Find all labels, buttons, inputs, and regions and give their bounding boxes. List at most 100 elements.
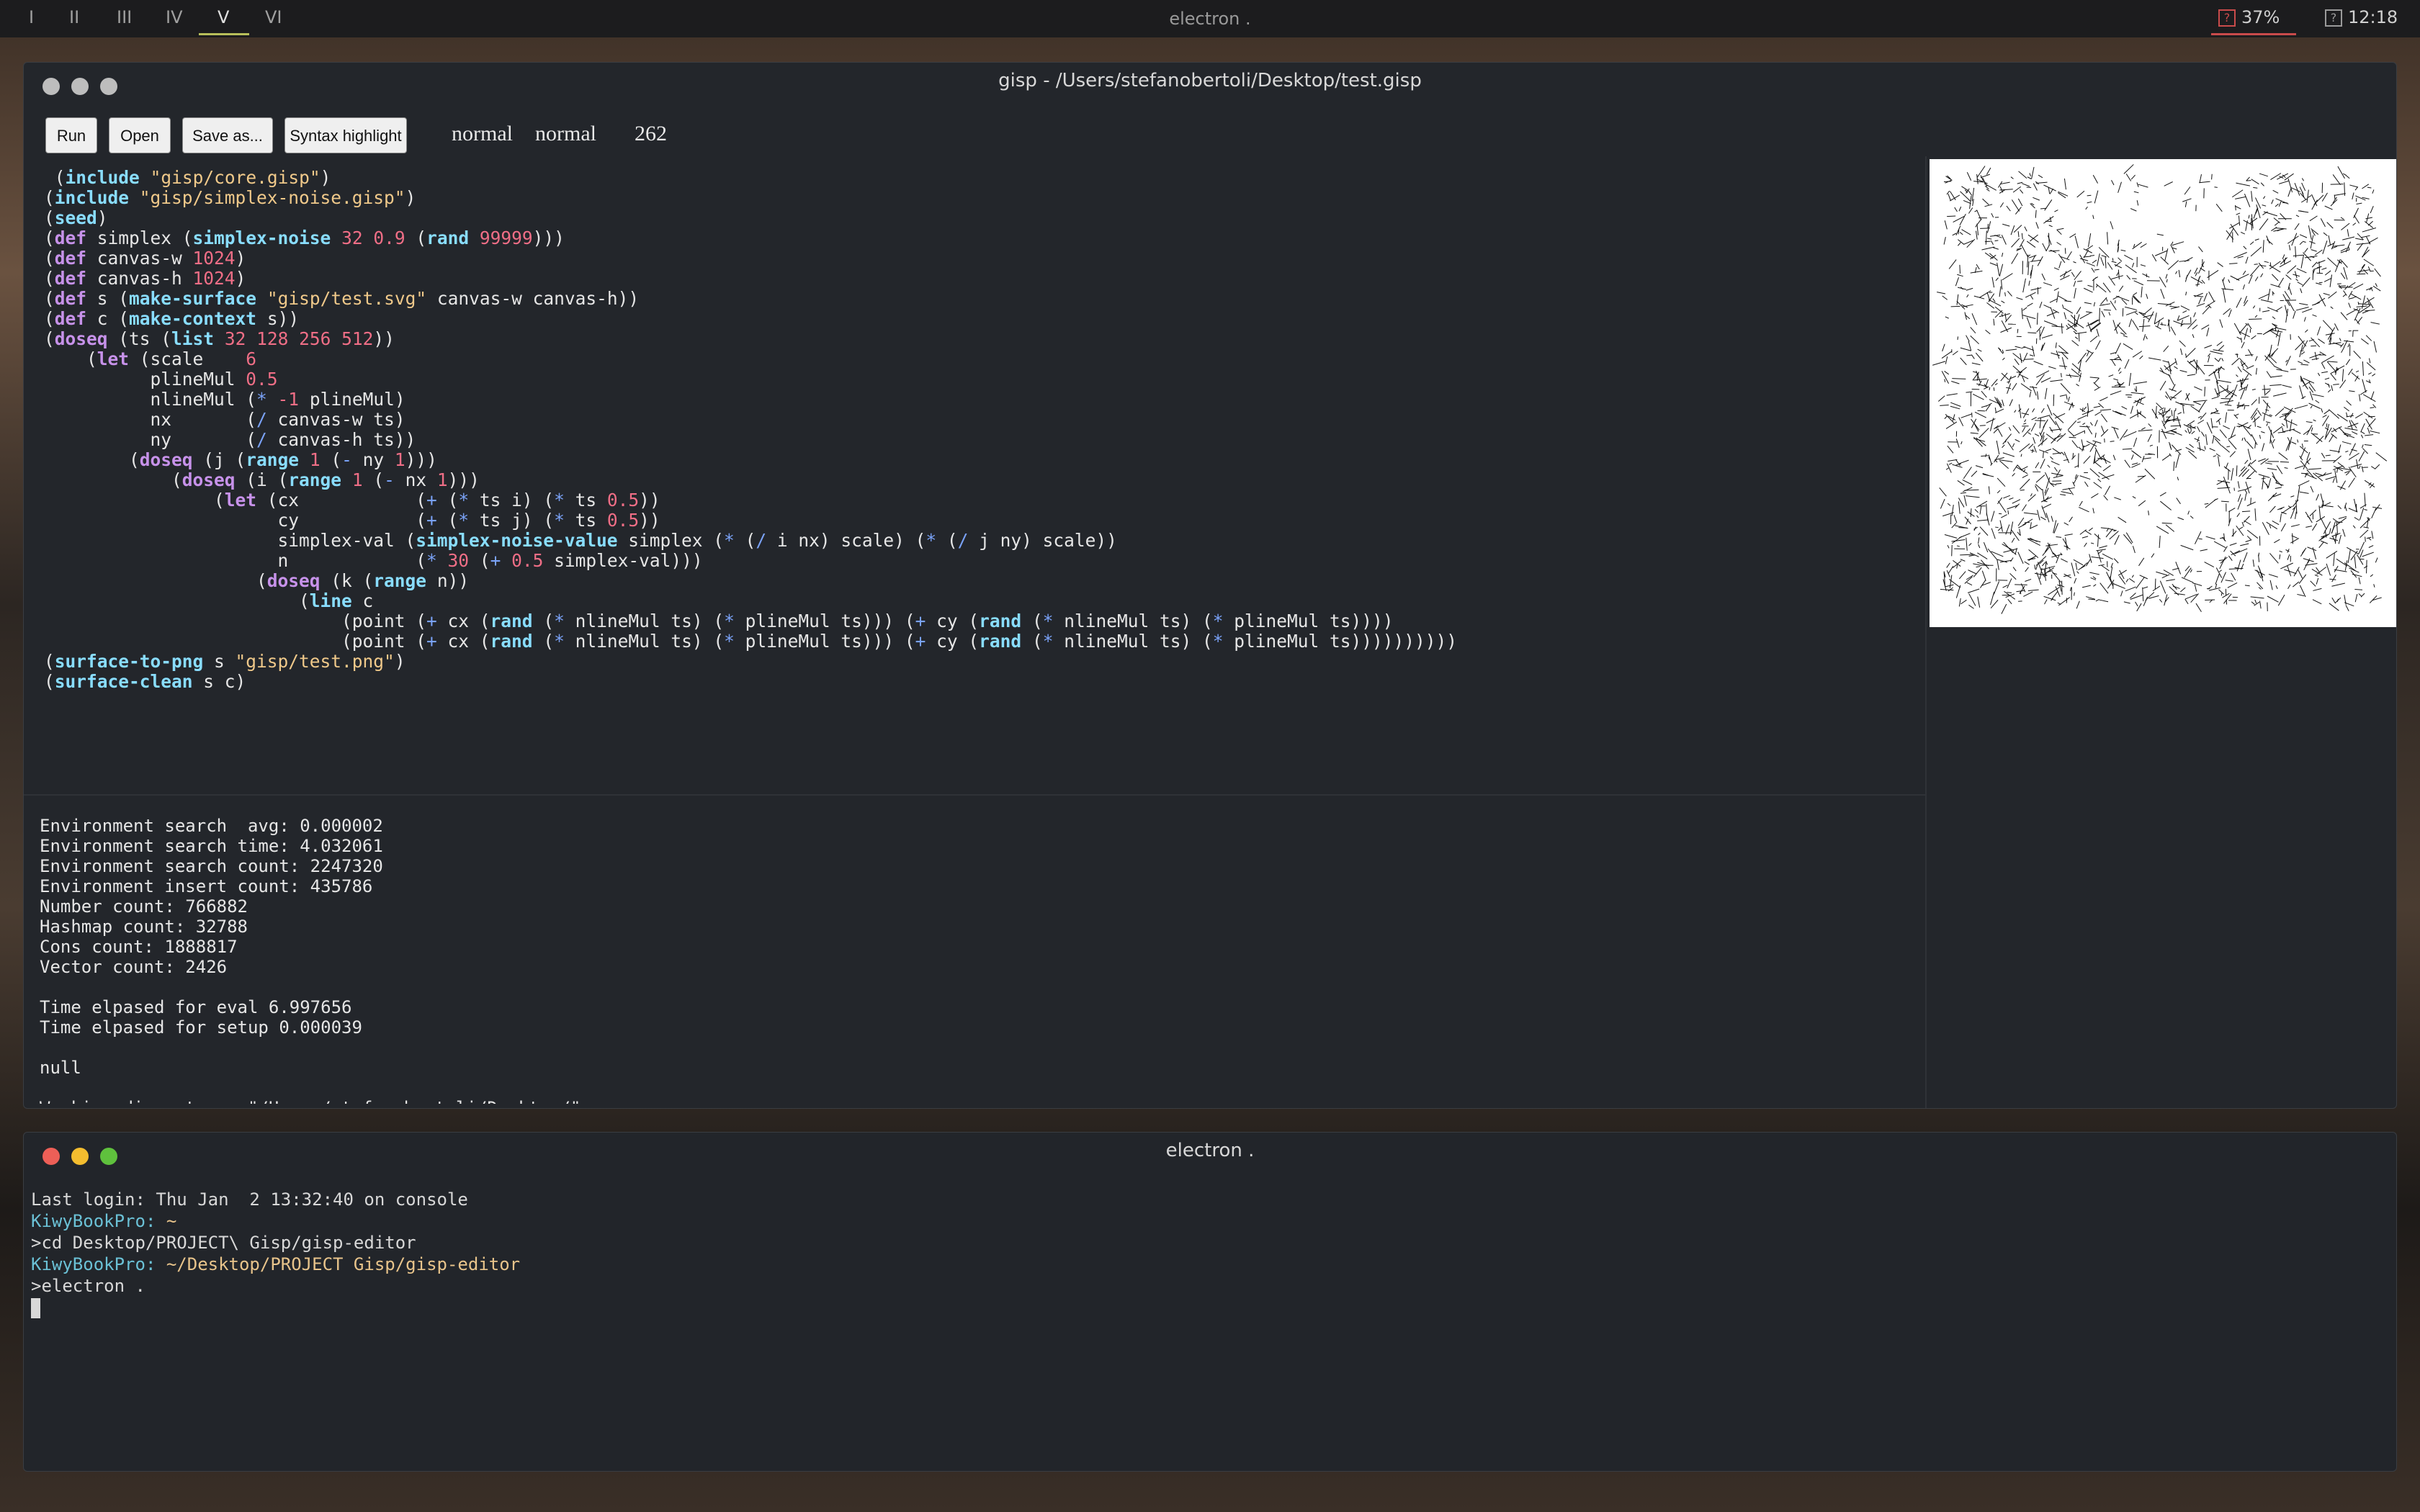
code-token: (point ( bbox=[44, 611, 427, 631]
code-token: * bbox=[1212, 631, 1224, 652]
console-line: Environment insert count: 435786 bbox=[40, 876, 373, 896]
code-token: ( bbox=[320, 449, 342, 470]
mode-indicator-1: normal bbox=[452, 122, 513, 145]
code-token: simplex ( bbox=[86, 228, 193, 248]
code-token: (i ( bbox=[235, 469, 289, 490]
code-token: 0.5 bbox=[511, 550, 544, 571]
prompt-host: KiwyBookPro: bbox=[31, 1254, 156, 1274]
code-token: def bbox=[54, 288, 87, 309]
code-token: * bbox=[724, 631, 735, 652]
save-as-button[interactable]: Save as... bbox=[182, 117, 273, 153]
console-line: Number count: 766882 bbox=[40, 896, 248, 917]
code-token: * bbox=[1042, 611, 1054, 631]
code-token: * bbox=[554, 631, 565, 652]
console-line: Environment search avg: 0.000002 bbox=[40, 816, 383, 836]
code-token: simplex ( bbox=[617, 530, 725, 551]
code-token: ts bbox=[564, 490, 607, 510]
code-line: (doseq (j (range 1 (- ny 1))) bbox=[44, 450, 1945, 470]
code-token: + bbox=[490, 550, 501, 571]
code-token: )) bbox=[639, 510, 660, 531]
code-token: ( bbox=[44, 228, 55, 248]
code-token: 1 bbox=[351, 469, 363, 490]
code-token: + bbox=[426, 631, 437, 652]
code-token: surface-to-png bbox=[54, 651, 204, 672]
code-token: make-context bbox=[129, 308, 257, 329]
code-token: simplex-val))) bbox=[543, 550, 703, 571]
code-token: cx ( bbox=[436, 631, 490, 652]
code-token: 1024 bbox=[192, 268, 236, 289]
code-token: ( bbox=[44, 308, 55, 329]
console-line: Environment search time: 4.032061 bbox=[40, 836, 383, 856]
code-token: rand bbox=[490, 611, 533, 631]
code-token: -1 bbox=[277, 389, 300, 410]
code-line: plineMul 0.5 bbox=[44, 369, 1945, 390]
code-token: ( bbox=[44, 348, 97, 369]
code-token: doseq bbox=[266, 570, 321, 591]
code-token: + bbox=[426, 490, 437, 510]
code-token: cy ( bbox=[44, 510, 427, 531]
code-token: ) bbox=[405, 187, 416, 208]
code-token: nlineMul ts) ( bbox=[1053, 611, 1213, 631]
code-token: canvas-h bbox=[86, 268, 193, 289]
code-token: / bbox=[957, 530, 969, 551]
code-token: 1 bbox=[309, 449, 321, 470]
rendered-preview-image bbox=[1930, 159, 2396, 627]
code-token: plineMul) bbox=[299, 389, 405, 410]
code-token: )) bbox=[373, 328, 395, 349]
code-token: ( bbox=[1021, 611, 1043, 631]
prompt-path: ~ bbox=[156, 1211, 177, 1231]
top-bar: I II III IV V VI electron . ? 37% ? 12:18 bbox=[0, 0, 2420, 37]
code-token: "gisp/test.svg" bbox=[266, 288, 427, 309]
code-token: 30 bbox=[447, 550, 470, 571]
code-token: ( bbox=[44, 187, 55, 208]
code-token: cy ( bbox=[926, 631, 980, 652]
code-token: (ts ( bbox=[107, 328, 172, 349]
code-token: c ( bbox=[86, 308, 130, 329]
editor-titlebar: gisp - /Users/stefanobertoli/Desktop/tes… bbox=[24, 63, 2396, 99]
console-line: null bbox=[40, 1058, 81, 1078]
last-login-line: Last login: Thu Jan 2 13:32:40 on consol… bbox=[31, 1189, 468, 1210]
code-line: (doseq (ts (list 32 128 256 512)) bbox=[44, 329, 1945, 349]
preview-divider[interactable] bbox=[1925, 156, 1927, 1108]
line-count: 262 bbox=[635, 122, 667, 145]
code-token: 0.5 bbox=[606, 510, 640, 531]
code-token: * bbox=[426, 550, 437, 571]
command-line: >electron . bbox=[31, 1276, 145, 1296]
code-token: plineMul bbox=[44, 369, 246, 390]
console-line: Cons count: 1888817 bbox=[40, 937, 238, 957]
run-button[interactable]: Run bbox=[45, 117, 97, 153]
code-token: ( bbox=[44, 268, 55, 289]
console-line: Working dir set on: "/Users/stefanoberto… bbox=[40, 1098, 1912, 1104]
code-token: j ny) scale)) bbox=[968, 530, 1117, 551]
battery-status: ? 37% bbox=[2218, 7, 2280, 27]
code-token: "gisp/test.png" bbox=[235, 651, 395, 672]
code-token: ( bbox=[44, 469, 182, 490]
code-line: n (* 30 (+ 0.5 simplex-val))) bbox=[44, 551, 1945, 571]
code-token: ( bbox=[44, 651, 55, 672]
terminal-window-title: electron . bbox=[1165, 1140, 1255, 1161]
code-token: ))) bbox=[447, 469, 480, 490]
open-button[interactable]: Open bbox=[109, 117, 171, 153]
code-line: (doseq (k (range n)) bbox=[44, 571, 1945, 591]
terminal-output[interactable]: Last login: Thu Jan 2 13:32:40 on consol… bbox=[31, 1189, 2379, 1462]
code-token: ( bbox=[436, 510, 459, 531]
code-token: 32 128 256 512 bbox=[224, 328, 374, 349]
editor-output-divider[interactable] bbox=[24, 794, 1925, 796]
code-token: / bbox=[256, 409, 267, 430]
code-token: ( bbox=[469, 550, 490, 571]
code-token: "gisp/core.gisp" bbox=[150, 168, 321, 188]
code-token: ( bbox=[44, 570, 267, 591]
code-token: cx ( bbox=[436, 611, 490, 631]
code-token: canvas-w bbox=[86, 248, 193, 269]
code-editor[interactable]: (include "gisp/core.gisp") (include "gisp… bbox=[44, 168, 1945, 793]
syntax-highlight-button[interactable]: Syntax highlight bbox=[284, 117, 407, 153]
code-token: simplex-val ( bbox=[44, 530, 416, 551]
code-token: i nx) scale) ( bbox=[766, 530, 926, 551]
mode-indicator-2: normal bbox=[535, 122, 596, 145]
